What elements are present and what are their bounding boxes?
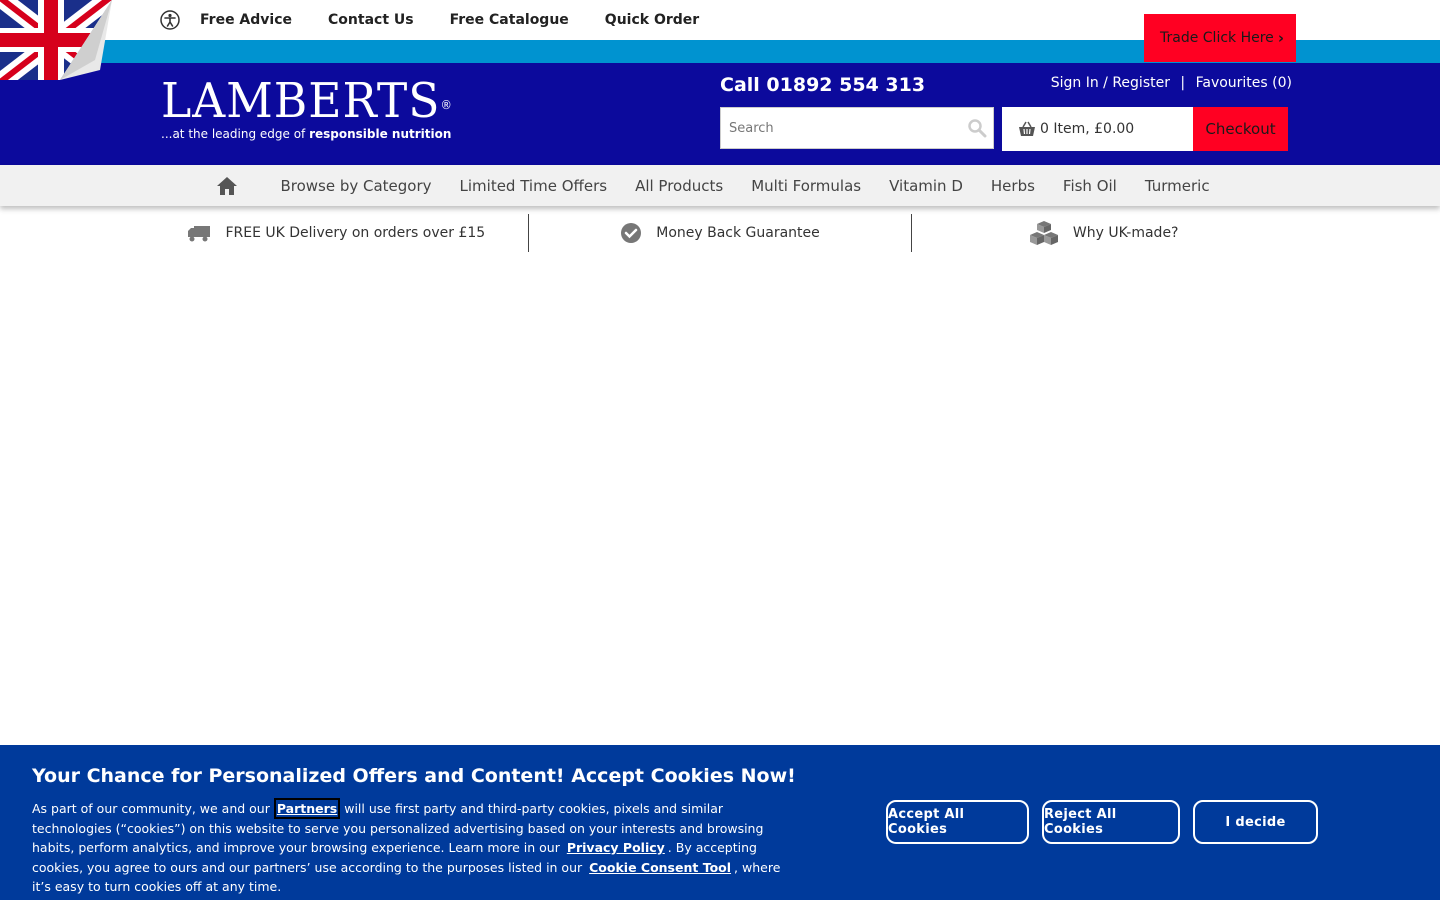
nav-browse-by-category[interactable]: Browse by Category: [280, 177, 431, 195]
sign-in-link[interactable]: Sign In / Register: [1051, 75, 1170, 91]
phone-number[interactable]: Call 01892 554 313: [720, 74, 925, 96]
free-advice-link[interactable]: Free Advice: [200, 12, 292, 28]
favourites-link[interactable]: Favourites (0): [1196, 75, 1292, 91]
nav-limited-time-offers[interactable]: Limited Time Offers: [460, 177, 608, 195]
top-nav: Free Advice Contact Us Free Catalogue Qu…: [160, 0, 735, 40]
benefit-uk-made[interactable]: Why UK-made?: [911, 214, 1295, 252]
cookie-consent-banner: Your Chance for Personalized Offers and …: [0, 745, 1440, 900]
nav-vitamin-d[interactable]: Vitamin D: [889, 177, 963, 195]
nav-turmeric[interactable]: Turmeric: [1145, 177, 1210, 195]
free-catalogue-link[interactable]: Free Catalogue: [450, 12, 569, 28]
search-icon[interactable]: [967, 118, 987, 138]
accessibility-icon[interactable]: [160, 10, 180, 30]
site-header: LAMBERTS® ...at the leading edge of resp…: [0, 63, 1440, 165]
cookie-consent-tool-link[interactable]: Cookie Consent Tool: [589, 860, 731, 875]
cookie-banner-title: Your Chance for Personalized Offers and …: [32, 765, 796, 787]
benefit-uk-made-text: Why UK-made?: [1072, 225, 1179, 241]
nav-all-products[interactable]: All Products: [635, 177, 723, 195]
nav-herbs[interactable]: Herbs: [991, 177, 1035, 195]
logo-tagline-bold: responsible nutrition: [309, 127, 452, 141]
nav-multi-formulas[interactable]: Multi Formulas: [751, 177, 861, 195]
nav-fish-oil[interactable]: Fish Oil: [1063, 177, 1117, 195]
basket-summary[interactable]: 0 Item, £0.00: [1002, 107, 1193, 151]
privacy-policy-link[interactable]: Privacy Policy: [567, 840, 665, 855]
accept-all-cookies-button[interactable]: Accept All Cookies: [886, 800, 1029, 844]
benefit-money-back[interactable]: Money Back Guarantee: [527, 214, 912, 252]
basket-label: 0 Item, £0.00: [1040, 121, 1135, 137]
trade-button-label: Trade Click Here: [1160, 30, 1274, 46]
search-box: [720, 107, 994, 149]
chevron-right-icon: ›: [1277, 29, 1284, 47]
quick-order-link[interactable]: Quick Order: [605, 12, 699, 28]
logo-tagline: ...at the leading edge of responsible nu…: [161, 127, 461, 141]
account-links: Sign In / Register | Favourites (0): [1051, 75, 1292, 91]
registered-mark: ®: [440, 98, 453, 112]
benefit-money-back-text: Money Back Guarantee: [656, 225, 820, 241]
contact-us-link[interactable]: Contact Us: [328, 12, 414, 28]
main-nav: Browse by Category Limited Time Offers A…: [0, 165, 1440, 206]
trade-button[interactable]: Trade Click Here ›: [1144, 14, 1296, 62]
home-icon[interactable]: [216, 176, 238, 196]
benefit-delivery-text: FREE UK Delivery on orders over £15: [225, 225, 486, 241]
logo-wordmark: LAMBERTS: [161, 73, 441, 129]
boxes-icon: [1029, 221, 1058, 245]
cookie-banner-text: As part of our community, we and our Par…: [32, 798, 802, 897]
partners-link[interactable]: Partners: [273, 798, 341, 819]
delivery-truck-icon: [188, 226, 211, 242]
account-separator: |: [1180, 75, 1186, 91]
cookie-text-part-1: As part of our community, we and our: [32, 801, 274, 816]
benefit-free-delivery[interactable]: FREE UK Delivery on orders over £15: [145, 214, 528, 252]
i-decide-button[interactable]: I decide: [1193, 800, 1318, 844]
check-circle-icon: [621, 223, 642, 243]
benefits-bar: FREE UK Delivery on orders over £15 Mone…: [145, 214, 1295, 252]
lamberts-logo[interactable]: LAMBERTS® ...at the leading edge of resp…: [161, 77, 461, 141]
reject-all-cookies-button[interactable]: Reject All Cookies: [1042, 800, 1180, 844]
basket-icon: [1018, 121, 1036, 137]
search-input[interactable]: [721, 108, 951, 148]
logo-tagline-prefix: ...at the leading edge of: [161, 127, 310, 141]
union-flag-corner: [0, 0, 112, 80]
checkout-button[interactable]: Checkout: [1193, 107, 1288, 151]
